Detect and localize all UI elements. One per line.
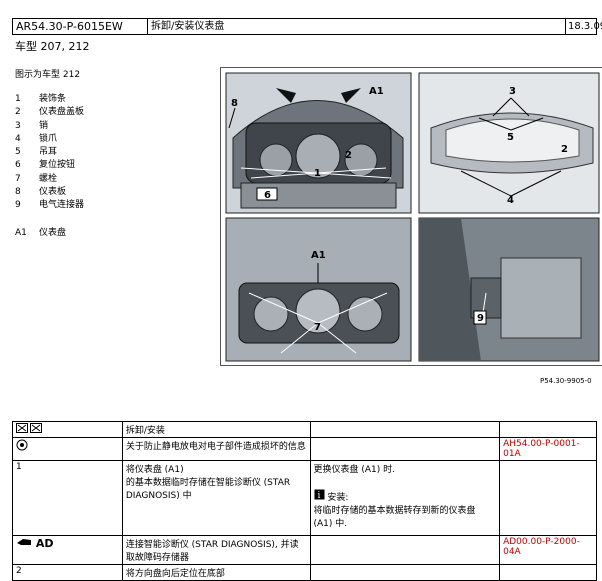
table-cell-text: 关于防止静电放电对电子部件造成损坏的信息	[121, 437, 311, 461]
table-cell-text: 将仪表盘 (A1)	[125, 465, 184, 475]
table-header-label: 拆卸/安装	[121, 421, 311, 438]
table-header-icon-cell	[12, 421, 123, 438]
figure-reference: P54.30-9905-0	[540, 377, 592, 385]
legend-item: 5 吊耳	[15, 146, 84, 159]
table-row: 2 将方向盘向后定位在底部	[12, 564, 597, 581]
callout-label: 7	[314, 322, 321, 333]
legend-num: 4	[15, 133, 21, 144]
legend-num: 9	[15, 200, 21, 211]
figure-caption: 图示为车型 212	[15, 70, 81, 80]
legend-text: 螺栓	[39, 173, 58, 184]
legend-item: 6 复位按钮	[15, 159, 84, 172]
legend-num: 7	[15, 173, 21, 184]
legend-text: 电气连接器	[39, 200, 85, 211]
info-icon: i	[314, 489, 325, 503]
legend-text: 装饰条	[39, 94, 67, 104]
legend-item: 1 装饰条	[15, 93, 84, 106]
legend-text: 锁爪	[39, 133, 58, 144]
legend-item: 2 仪表盘盖板	[15, 106, 84, 119]
ad-label: AD	[35, 537, 54, 550]
callout-label: A1	[369, 86, 384, 97]
legend-num: 2	[15, 107, 21, 118]
install-note: i 安装:	[314, 489, 497, 503]
legend-num: 3	[15, 120, 21, 131]
legend-num: 6	[15, 160, 21, 171]
header-divider	[565, 19, 566, 34]
legend-item: 9 电气连接器	[15, 199, 84, 212]
legend-item-a1: A1 仪表盘	[15, 227, 84, 240]
legend-num: 1	[15, 94, 21, 104]
table-row: AD 连接智能诊断仪 (STAR DIAGNOSIS), 并读取故障码存储器 A…	[12, 535, 597, 565]
remove-install-icon	[16, 423, 42, 436]
table-header-row: 拆卸/安装	[12, 421, 597, 438]
doc-date: 18.3.09	[568, 21, 602, 32]
table-cell-text: 将临时存储的基本数据转存到新的仪表盘 (A1) 中.	[313, 506, 476, 529]
callout-label: 9	[477, 313, 484, 324]
callout-label: A1	[311, 250, 326, 261]
document-header: AR54.30-P-6015EW 拆卸/安装仪表盘 18.3.09	[12, 18, 602, 35]
table-cell-text: 的基本数据临时存储在智能诊断仪 (STAR DIAGNOSIS) 中	[125, 478, 291, 501]
legend-item: 8 仪表板	[15, 186, 84, 199]
table-row: 1 将仪表盘 (A1) 的基本数据临时存储在智能诊断仪 (STAR DIAGNO…	[12, 460, 597, 536]
callout-label: 2	[561, 144, 568, 155]
diagnosis-hand-icon	[16, 537, 32, 550]
callout-label: 8	[231, 98, 238, 109]
svg-text:i: i	[317, 491, 320, 500]
callout-label: 2	[345, 150, 352, 161]
legend-text: 销	[39, 120, 49, 131]
install-label: 安装:	[327, 493, 349, 503]
legend-item: 3销	[15, 120, 84, 133]
reference-link[interactable]: AH54.00-P-0001-01A	[499, 437, 597, 461]
table-row: 关于防止静电放电对电子部件造成损坏的信息 AH54.00-P-0001-01A	[12, 437, 597, 461]
figure-illustration: 8 A1 2 1 6 3 5 2 4 A1 7 9	[225, 72, 600, 362]
legend-num: 8	[15, 187, 21, 198]
legend-text: 仪表盘盖板	[39, 107, 85, 118]
doc-title: 拆卸/安装仪表盘	[151, 21, 225, 32]
callout-label: 6	[264, 190, 271, 201]
legend-text: 仪表盘	[39, 227, 67, 238]
callout-label: 4	[507, 195, 514, 206]
figure-frame: 8 A1 2 1 6 3 5 2 4 A1 7 9	[220, 67, 602, 366]
figure-panel-3	[225, 217, 412, 362]
callout-label: 5	[507, 132, 514, 143]
table-cell-text: 将方向盘向后定位在底部	[121, 564, 311, 581]
doc-id: AR54.30-P-6015EW	[16, 20, 123, 33]
figure-panel-4	[418, 217, 600, 362]
legend-text: 仪表板	[39, 187, 67, 198]
model-line: 车型 207, 212	[15, 40, 90, 53]
callout-label: 3	[509, 86, 516, 97]
legend-num: 5	[15, 147, 21, 158]
legend-text: 复位按钮	[39, 160, 76, 171]
legend-text: 吊耳	[39, 147, 58, 158]
table-cell-text: 更换仪表盘 (A1) 时.	[313, 465, 396, 475]
legend: 1 装饰条 2 仪表盘盖板 3 销 4 锁爪 5 吊耳 6 复位按钮 7 螺栓 8 仪表板 9 电气连接器 A1 …	[15, 93, 84, 240]
step-number: 1	[12, 460, 123, 536]
header-divider	[147, 19, 148, 34]
legend-num: A1	[15, 227, 27, 238]
callout-label: 1	[314, 168, 321, 179]
step-number: 2	[12, 564, 123, 581]
legend-item: 7 螺栓	[15, 173, 84, 186]
legend-item: 4 锁爪	[15, 133, 84, 146]
reference-link[interactable]: AD00.00-P-2000-04A	[499, 535, 597, 565]
warning-circle-icon	[16, 439, 28, 454]
procedure-table: 拆卸/安装 关于防止静电放电对电子部件造成损坏的信息 AH54.00-P-000…	[12, 421, 597, 581]
table-cell-text: 连接智能诊断仪 (STAR DIAGNOSIS), 并读取故障码存储器	[121, 535, 311, 565]
